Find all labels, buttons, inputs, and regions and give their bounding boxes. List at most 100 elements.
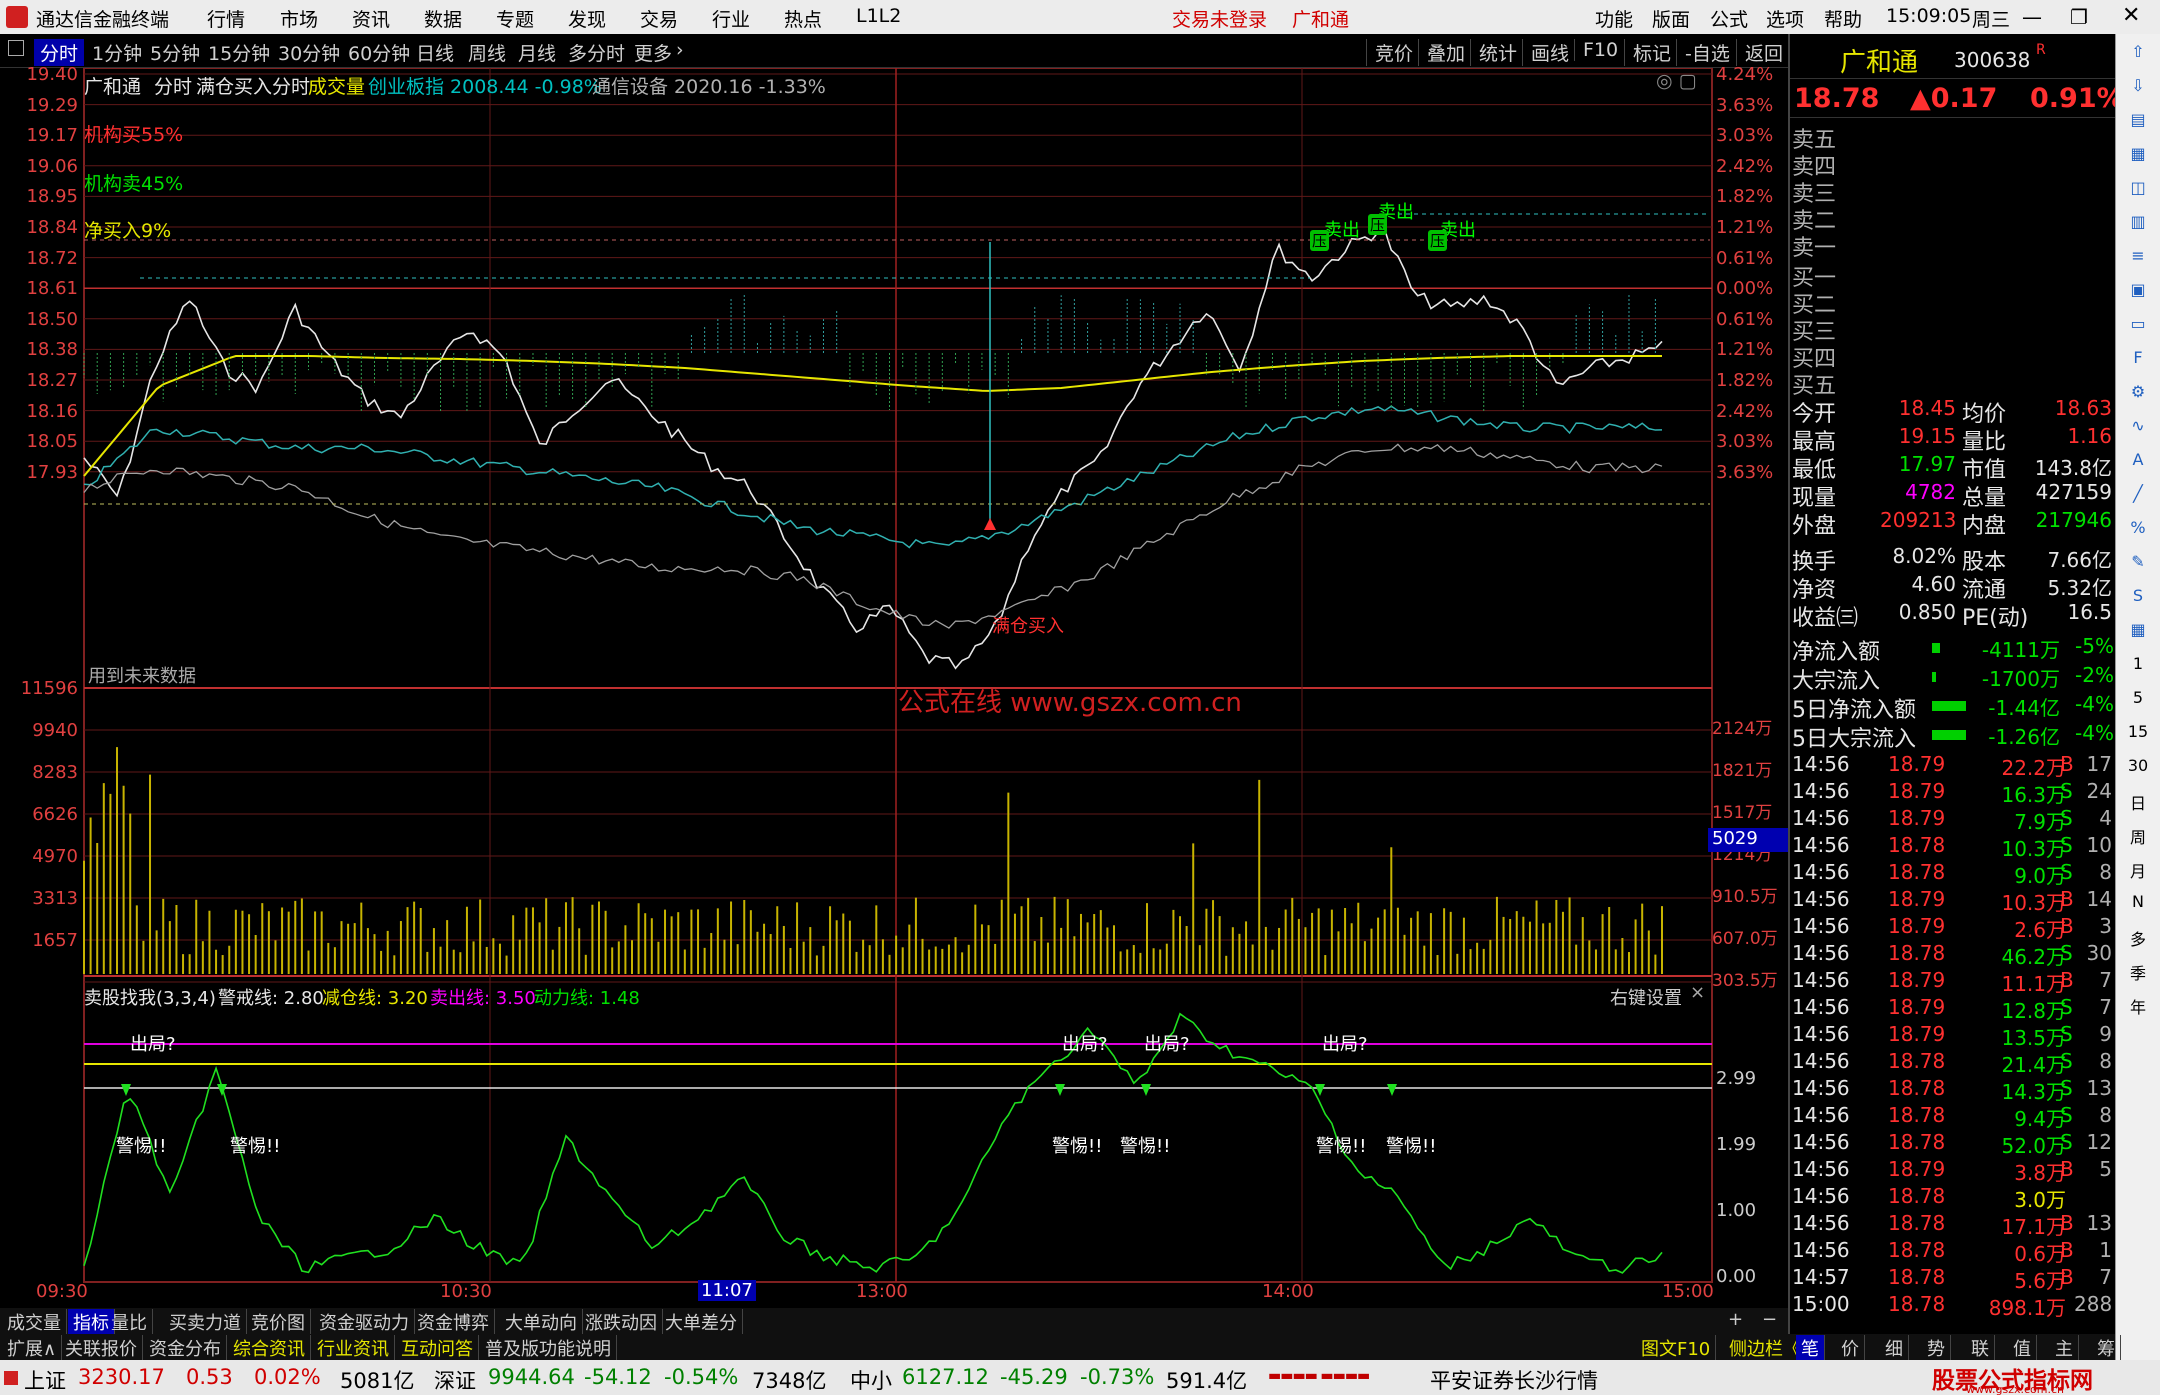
period-60min[interactable]: 60分钟 [348,39,410,66]
panel-tab-2[interactable]: 笔 [1796,1335,1825,1361]
ext-tab-2[interactable]: 资金分布 [144,1335,227,1361]
panel-tab-5[interactable]: 势 [1922,1335,1951,1361]
btn-fanhui[interactable]: 返回 [1736,39,1783,66]
login-status[interactable]: 交易未登录 [1172,5,1267,32]
period-30min[interactable]: 30分钟 [278,39,340,66]
layers-icon[interactable]: ▤ [2124,110,2152,136]
f2-icon[interactable]: F [2124,348,2152,374]
down-arrow-icon[interactable]: ⇩ [2124,76,2152,102]
collapse-icon[interactable] [8,40,24,56]
多-icon[interactable]: 多 [2124,926,2152,952]
N-icon[interactable]: N [2124,892,2152,918]
menu-jiaoyi[interactable]: 交易 [640,5,678,32]
menu-l1l2[interactable]: L1L2 [856,5,901,27]
btn-jingjia[interactable]: 竞价 [1366,39,1413,66]
bar-icon[interactable]: ▥ [2124,212,2152,238]
period-day[interactable]: 日线 [416,39,454,66]
zoom-in-icon[interactable]: + [1728,1309,1743,1330]
btn-f10[interactable]: F10 [1574,39,1618,61]
panel-tab-7[interactable]: 值 [2008,1335,2037,1361]
30-icon[interactable]: 30 [2124,756,2152,782]
15-icon[interactable]: 15 [2124,722,2152,748]
tab-4[interactable]: 竞价图 [246,1309,311,1335]
period-5min[interactable]: 5分钟 [150,39,200,66]
close-icon[interactable]: ✕ [2122,3,2140,28]
menu-redian[interactable]: 热点 [784,5,822,32]
btn-huaxian[interactable]: 画线 [1522,39,1569,66]
menu-gongshi[interactable]: 公式 [1710,5,1748,32]
menu-hangqing[interactable]: 行情 [207,5,245,32]
tab-9[interactable]: 大单差分 [660,1309,743,1335]
panel-tab-9[interactable]: 筹 [2092,1335,2121,1361]
月-icon[interactable]: 月 [2124,858,2152,884]
ind-settings[interactable]: 右键设置 [1610,984,1682,1010]
tab-0[interactable]: 成交量 [2,1309,67,1335]
tab-5[interactable]: 资金驱动力 [314,1309,415,1335]
wave-icon[interactable]: ∿ [2124,416,2152,442]
ext-tab-1[interactable]: 关联报价 [60,1335,143,1361]
menu-zhuanti[interactable]: 专题 [496,5,534,32]
zoom-controls[interactable]: + − [1720,1308,1788,1334]
menu-zixun[interactable]: 资讯 [352,5,390,32]
menu-hangye[interactable]: 行业 [712,5,750,32]
menu-bangzhu[interactable]: 帮助 [1824,5,1862,32]
period-fenshi[interactable]: 分时 [34,39,85,66]
btn-zixuan[interactable]: -自选 [1676,39,1730,66]
menu-faxian[interactable]: 发现 [568,5,606,32]
chart-icon[interactable]: ◫ [2124,178,2152,204]
line-icon[interactable]: ╱ [2124,484,2152,510]
ext-tab-5[interactable]: 互动问答 [396,1335,479,1361]
pen-icon[interactable]: ✎ [2124,552,2152,578]
doc-icon[interactable]: ▭ [2124,314,2152,340]
period-week[interactable]: 周线 [468,39,506,66]
btn-biaoji[interactable]: 标记 [1624,39,1671,66]
ext-tab-3[interactable]: 综合资讯 [228,1335,311,1361]
tab-2[interactable]: 量比 [106,1309,153,1335]
1-icon[interactable]: 1 [2124,654,2152,680]
grid-icon[interactable]: ▦ [2124,144,2152,170]
ext-tab-6[interactable]: 普及版功能说明 [480,1335,617,1361]
sh-label[interactable]: 上证 [24,1365,66,1395]
5-icon[interactable]: 5 [2124,688,2152,714]
chart-canvas[interactable] [0,68,1788,1308]
chart-area[interactable]: 广和通 分时 满仓买入分时 成交量 创业板指 2008.44 -0.98% 通信… [0,64,1788,1308]
panel-tab-3[interactable]: 价 [1836,1335,1865,1361]
restore-icon[interactable]: ❐ [2070,5,2088,29]
minimize-icon[interactable]: — [2022,5,2042,29]
btn-tongji[interactable]: 统计 [1470,39,1517,66]
menu-shichang[interactable]: 市场 [280,5,318,32]
menu-banmian[interactable]: 版面 [1652,5,1690,32]
up-arrow-icon[interactable]: ⇧ [2124,42,2152,68]
panel-tab-1[interactable]: 侧边栏《 [1724,1335,1807,1361]
menu-gongneng[interactable]: 功能 [1595,5,1633,32]
f10-icon[interactable]: ▣ [2124,280,2152,306]
gear-icon[interactable]: ⚙ [2124,382,2152,408]
tab-8[interactable]: 涨跌动因 [580,1309,663,1335]
period-month[interactable]: 月线 [518,39,556,66]
周-icon[interactable]: 周 [2124,824,2152,850]
fs-icon[interactable]: S [2124,586,2152,612]
panel-tab-8[interactable]: 主 [2050,1335,2079,1361]
zoom-out-icon[interactable]: − [1762,1309,1777,1330]
sz-label[interactable]: 深证 [434,1365,476,1395]
menu-xuanxiang[interactable]: 选项 [1766,5,1804,32]
period-more[interactable]: 更多 [634,39,672,66]
list-icon[interactable]: ≡ [2124,246,2152,272]
menu-shuju[interactable]: 数据 [424,5,462,32]
ind-close-icon[interactable]: × [1690,982,1705,1003]
period-1min[interactable]: 1分钟 [92,39,142,66]
zx-label[interactable]: 中小 [850,1365,892,1395]
percent-icon[interactable]: % [2124,518,2152,544]
ext-tab-4[interactable]: 行业资讯 [312,1335,395,1361]
tab-6[interactable]: 资金博弈 [412,1309,495,1335]
tab-7[interactable]: 大单动向 [500,1309,583,1335]
日-icon[interactable]: 日 [2124,790,2152,816]
period-multi[interactable]: 多分时 [568,39,625,66]
calc-icon[interactable]: ▦ [2124,620,2152,646]
ext-tab-0[interactable]: 扩展∧ [2,1335,63,1361]
季-icon[interactable]: 季 [2124,960,2152,986]
panel-tab-0[interactable]: 图文F10 [1636,1335,1717,1361]
panel-tab-4[interactable]: 细 [1880,1335,1909,1361]
chevron-right-icon[interactable]: › [676,39,684,61]
tab-3[interactable]: 买卖力道 [164,1309,247,1335]
